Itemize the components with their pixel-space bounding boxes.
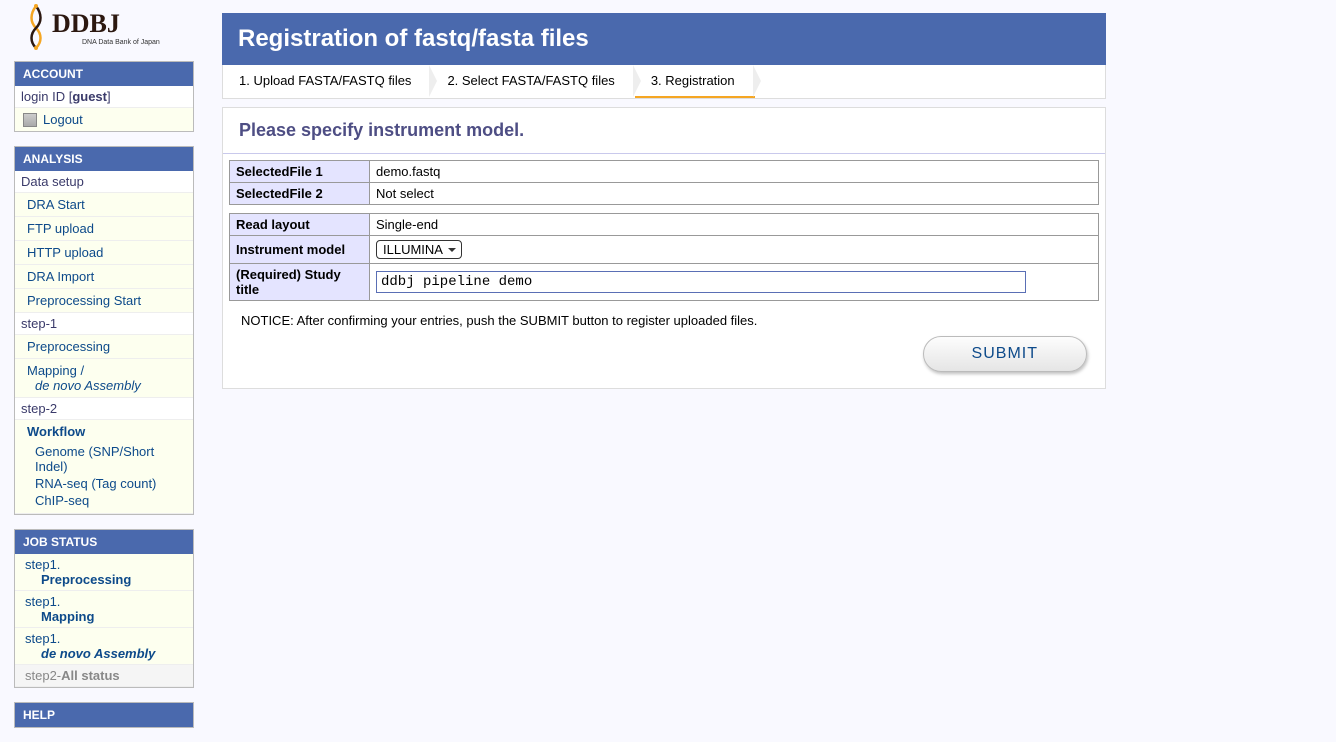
analysis-header: ANALYSIS: [15, 147, 193, 171]
data-setup-label: Data setup: [15, 171, 193, 193]
help-block: HELP: [14, 702, 194, 728]
breadcrumb: 1. Upload FASTA/FASTQ files 2. Select FA…: [222, 65, 1106, 99]
instrument-label: Instrument model: [230, 236, 370, 264]
selected-file-2-label: SelectedFile 2: [230, 183, 370, 205]
crumb-registration[interactable]: 3. Registration: [635, 65, 755, 98]
table-row: Read layout Single-end: [230, 214, 1099, 236]
account-block: ACCOUNT login ID [guest] Logout: [14, 61, 194, 132]
read-layout-value: Single-end: [370, 214, 1099, 236]
selected-file-2-value: Not select: [370, 183, 1099, 205]
logout-icon: [23, 113, 37, 127]
logo-subtitle: DNA Data Bank of Japan: [82, 39, 160, 46]
selected-files-table: SelectedFile 1 demo.fastq SelectedFile 2…: [229, 160, 1099, 205]
read-layout-label: Read layout: [230, 214, 370, 236]
workflow-chipseq[interactable]: ChIP-seq: [27, 492, 181, 509]
jobstatus-header: JOB STATUS: [15, 530, 193, 554]
link-dra-start[interactable]: DRA Start: [15, 193, 193, 217]
workflow-title[interactable]: Workflow: [27, 424, 181, 439]
panel-heading: Please specify instrument model.: [223, 108, 1105, 154]
workflow-rnaseq[interactable]: RNA-seq (Tag count): [27, 475, 181, 492]
table-row: SelectedFile 2 Not select: [230, 183, 1099, 205]
sidebar: DDBJ DNA Data Bank of Japan ACCOUNT logi…: [0, 0, 208, 742]
table-row: Instrument model ILLUMINA: [230, 236, 1099, 264]
crumb-select[interactable]: 2. Select FASTA/FASTQ files: [431, 65, 634, 98]
analysis-block: ANALYSIS Data setup DRA Start FTP upload…: [14, 146, 194, 515]
job-step2-all[interactable]: step2-All status: [15, 665, 193, 687]
table-row: (Required) Study title: [230, 264, 1099, 301]
help-header: HELP: [15, 703, 193, 727]
job-denovo[interactable]: step1. de novo Assembly: [15, 628, 193, 665]
main-content: Registration of fastq/fasta files 1. Upl…: [208, 0, 1120, 742]
logout-link[interactable]: Logout: [43, 112, 83, 127]
step1-label: step-1: [15, 313, 193, 335]
table-row: SelectedFile 1 demo.fastq: [230, 161, 1099, 183]
logout-row[interactable]: Logout: [15, 108, 193, 131]
study-title-input[interactable]: [376, 271, 1026, 293]
link-http-upload[interactable]: HTTP upload: [15, 241, 193, 265]
instrument-select[interactable]: ILLUMINA: [376, 240, 462, 259]
submit-button[interactable]: SUBMIT: [923, 336, 1087, 372]
crumb-upload[interactable]: 1. Upload FASTA/FASTQ files: [223, 65, 431, 98]
settings-table: Read layout Single-end Instrument model …: [229, 213, 1099, 301]
page-title: Registration of fastq/fasta files: [222, 13, 1106, 65]
link-preprocessing[interactable]: Preprocessing: [15, 335, 193, 359]
jobstatus-block: JOB STATUS step1. Preprocessing step1. M…: [14, 529, 194, 688]
notice-text: NOTICE: After confirming your entries, p…: [229, 309, 1099, 332]
logo-title: DDBJ: [52, 9, 120, 38]
account-header: ACCOUNT: [15, 62, 193, 86]
study-title-label: (Required) Study title: [230, 264, 370, 301]
link-dra-import[interactable]: DRA Import: [15, 265, 193, 289]
step2-label: step-2: [15, 398, 193, 420]
workflow-section: Workflow Genome (SNP/Short Indel) RNA-se…: [15, 420, 193, 514]
selected-file-1-value: demo.fastq: [370, 161, 1099, 183]
registration-panel: Please specify instrument model. Selecte…: [222, 107, 1106, 389]
job-mapping[interactable]: step1. Mapping: [15, 591, 193, 628]
link-ftp-upload[interactable]: FTP upload: [15, 217, 193, 241]
job-preprocessing[interactable]: step1. Preprocessing: [15, 554, 193, 591]
logo: DDBJ DNA Data Bank of Japan: [14, 0, 194, 61]
login-id-row: login ID [guest]: [15, 86, 193, 108]
link-mapping[interactable]: Mapping / de novo Assembly: [15, 359, 193, 398]
workflow-genome[interactable]: Genome (SNP/Short Indel): [27, 443, 181, 475]
link-preprocessing-start[interactable]: Preprocessing Start: [15, 289, 193, 313]
selected-file-1-label: SelectedFile 1: [230, 161, 370, 183]
